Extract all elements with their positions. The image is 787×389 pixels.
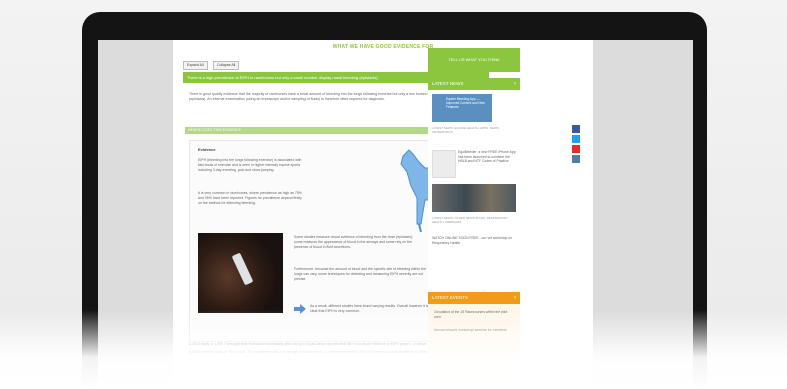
twitter-icon[interactable] <box>572 135 580 143</box>
latest-news-header[interactable]: LATEST NEWS › <box>428 78 520 90</box>
chevron-right-icon: › <box>514 295 516 301</box>
latest-news-label: LATEST NEWS <box>432 81 464 86</box>
latest-events-panel: Circulation of the 15 Racecourses within… <box>428 304 520 389</box>
latest-events-header[interactable]: LATEST EVENTS › <box>428 292 520 304</box>
event-link[interactable]: Annual network workshop/ seminar for mem… <box>434 328 514 333</box>
news-photo-thumbnail[interactable] <box>432 184 516 212</box>
event-link[interactable]: Circulation of the 15 Racecourses within… <box>434 310 514 319</box>
evidence-heading: Evidence <box>198 147 216 152</box>
browser-screen: WHAT WE HAVE GOOD EVIDENCE FOR Expand Al… <box>98 40 693 389</box>
evidence-paragraph-5: As a result, different studies have foun… <box>310 304 429 313</box>
news-link[interactable]: EquiBleeder: a new FREE iPhone App has b… <box>458 150 516 164</box>
page-title: WHAT WE HAVE GOOD EVIDENCE FOR <box>332 44 434 50</box>
collapse-all-button[interactable]: Collapse All <box>213 61 240 70</box>
news-link[interactable]: WATCH ONLINE SOON FREE - our vet worksho… <box>432 236 516 245</box>
app-icon-thumbnail <box>432 150 456 178</box>
news-thumbnail[interactable]: Equine Bleeding App — Improved Content a… <box>432 94 492 122</box>
latest-news-panel: Equine Bleeding App — Improved Content a… <box>428 90 520 290</box>
evidence-paragraph-4: Furthermore, because the amount of blood… <box>294 267 426 281</box>
sub-heading-text: WHERE DOES THIS EVIDENCE ... <box>188 128 246 132</box>
endoscopy-photo <box>198 233 283 313</box>
expand-all-button[interactable]: Expand All <box>183 61 208 70</box>
youtube-icon[interactable] <box>572 145 580 153</box>
news-thumbnail-caption: Equine Bleeding App — Improved Content a… <box>446 97 485 109</box>
content-page: WHAT WE HAVE GOOD EVIDENCE FOR Expand Al… <box>173 40 593 389</box>
latest-events-label: LATEST EVENTS <box>432 295 468 300</box>
news-meta: LATEST NEWS, OTHER RESOURCES, RESPIRATOR… <box>432 216 508 224</box>
news-meta: LATEST NEWS, EQUINE HEALTH, APPS, NEWS, … <box>432 126 500 134</box>
arrow-right-icon <box>294 304 306 314</box>
evidence-paragraph-1: EIPH (bleeding into the lungs following … <box>198 158 302 172</box>
evidence-paragraph-2: It is very common in racehorses, where p… <box>198 191 302 205</box>
instagram-icon[interactable] <box>572 155 580 163</box>
tell-us-button[interactable]: TELL US WHAT YOU THINK <box>428 48 520 72</box>
chevron-right-icon: › <box>514 81 516 87</box>
question-text: There is a high prevalence of EIPH in ra… <box>187 75 378 80</box>
evidence-paragraph-3: Some studies measure visual evidence of … <box>294 235 414 249</box>
facebook-icon[interactable] <box>572 125 580 133</box>
